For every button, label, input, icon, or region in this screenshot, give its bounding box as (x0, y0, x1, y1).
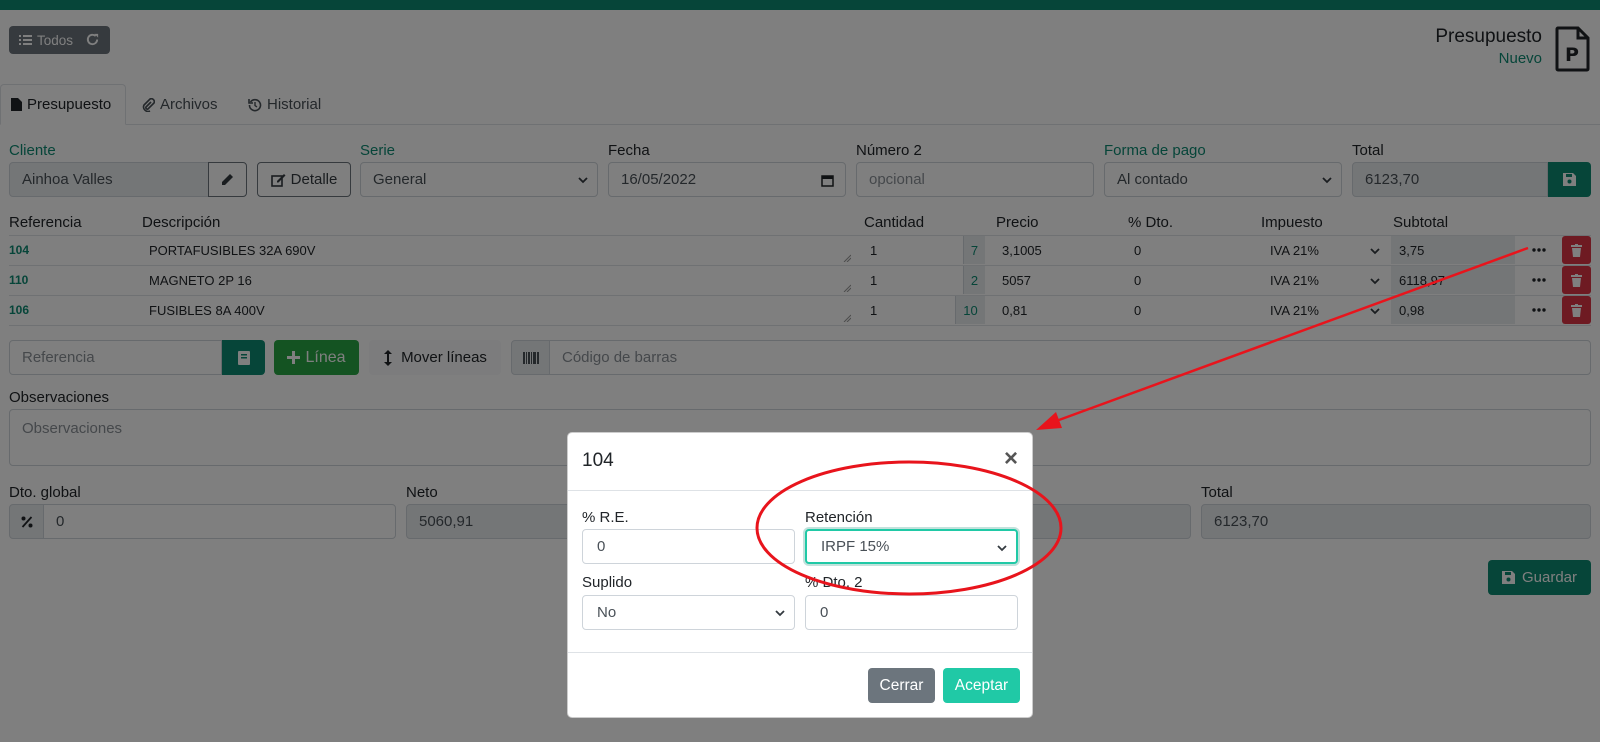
suplido-label: Suplido (582, 574, 633, 591)
dto2-label: % Dto. 2 (805, 574, 863, 591)
close-icon[interactable]: × (1004, 445, 1018, 473)
modal-header: 104 × (568, 433, 1032, 491)
chevron-down-icon (775, 610, 785, 617)
re-input[interactable]: 0 (582, 529, 795, 564)
re-value: 0 (597, 538, 606, 555)
re-label: % R.E. (582, 509, 629, 526)
retencion-value: IRPF 15% (821, 538, 890, 555)
modal-title: 104 (582, 450, 614, 471)
suplido-value: No (597, 604, 617, 621)
line-options-modal: 104 × % R.E. 0 Retención IRPF 15% Suplid… (567, 432, 1033, 718)
dto2-value: 0 (820, 604, 829, 621)
retencion-select[interactable]: IRPF 15% (805, 529, 1018, 564)
cerrar-button[interactable]: Cerrar (868, 668, 935, 703)
dto2-input[interactable]: 0 (805, 595, 1018, 630)
suplido-select[interactable]: No (582, 595, 795, 630)
chevron-down-icon (997, 545, 1007, 552)
retencion-label: Retención (805, 509, 873, 526)
aceptar-button[interactable]: Aceptar (943, 668, 1020, 703)
